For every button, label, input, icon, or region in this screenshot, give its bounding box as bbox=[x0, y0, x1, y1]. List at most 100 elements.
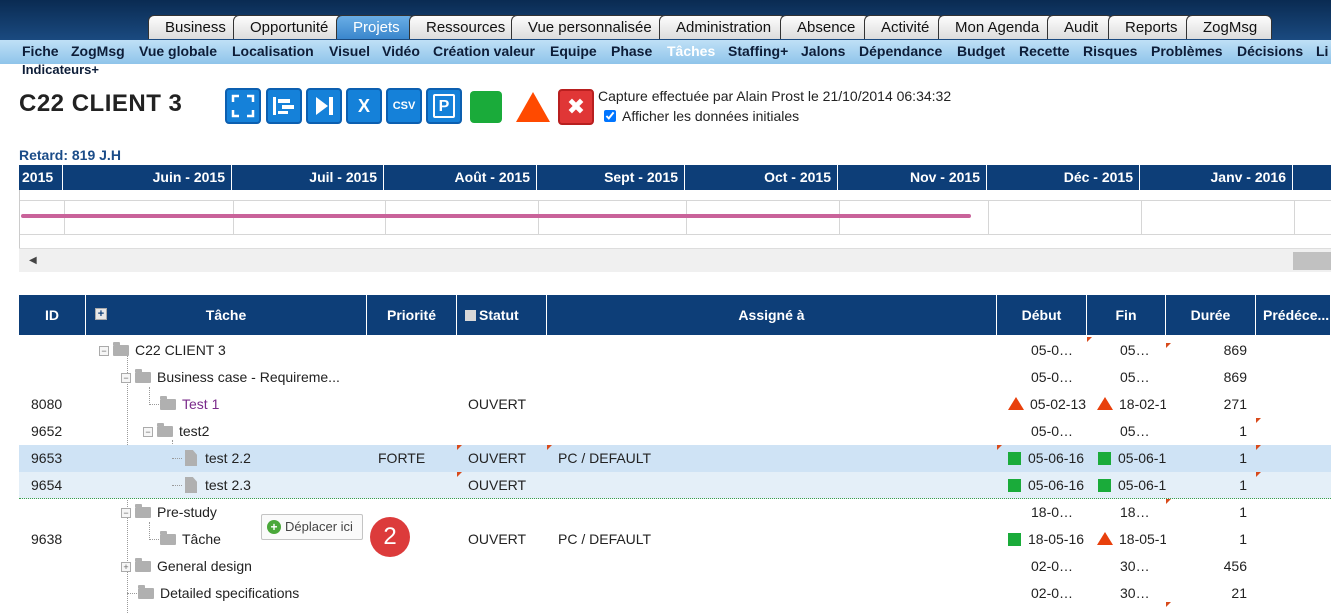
excel-export-button[interactable]: X bbox=[346, 88, 382, 124]
row-task[interactable]: − Pre-study bbox=[121, 499, 217, 526]
status-green-icon bbox=[1008, 533, 1021, 546]
expand-all-icon[interactable]: + bbox=[95, 308, 107, 320]
show-initial-data-toggle[interactable]: Afficher les données initiales bbox=[604, 108, 799, 124]
subnav-vue-globale[interactable]: Vue globale bbox=[139, 43, 217, 59]
row-task[interactable]: − C22 CLIENT 3 bbox=[99, 337, 226, 364]
col-end[interactable]: Fin bbox=[1087, 295, 1166, 335]
subnav-video[interactable]: Vidéo bbox=[382, 43, 420, 59]
gantt-header: 2015 Juin - 2015 Juil - 2015 Août - 2015… bbox=[19, 165, 1331, 190]
tab-mon-agenda[interactable]: Mon Agenda bbox=[938, 15, 1055, 39]
col-assigned[interactable]: Assigné à bbox=[547, 295, 997, 335]
col-task[interactable]: + Tâche bbox=[86, 295, 367, 335]
edit-marker bbox=[1166, 602, 1171, 607]
subnav-visuel[interactable]: Visuel bbox=[329, 43, 370, 59]
subnav-decisions[interactable]: Décisions bbox=[1237, 43, 1303, 59]
gantt-body bbox=[19, 190, 1331, 248]
pdf-export-button[interactable]: P bbox=[426, 88, 462, 124]
row-status: OUVERT bbox=[468, 450, 527, 466]
scroll-thumb[interactable] bbox=[1293, 252, 1331, 270]
table-row[interactable]: − Business case - Requireme... 05-0… 05… … bbox=[19, 364, 1331, 391]
subnav-problemes[interactable]: Problèmes bbox=[1151, 43, 1223, 59]
filter-icon[interactable] bbox=[465, 310, 476, 321]
gantt-month: Déc - 2015 bbox=[987, 165, 1140, 190]
row-task[interactable]: + General design bbox=[121, 553, 252, 580]
subnav-dependance[interactable]: Dépendance bbox=[859, 43, 942, 59]
subnav-indicateurs[interactable]: Indicateurs+ bbox=[22, 62, 99, 77]
table-row[interactable]: 9653 test 2.2 FORTE OUVERT PC / DEFAULT … bbox=[19, 445, 1331, 472]
subnav-phase[interactable]: Phase bbox=[611, 43, 652, 59]
subnav-equipe[interactable]: Equipe bbox=[550, 43, 597, 59]
row-task[interactable]: Tâche bbox=[160, 526, 221, 553]
collapse-icon[interactable]: − bbox=[143, 427, 153, 437]
table-row[interactable]: 9638 Tâche OUVERT PC / DEFAULT 18-05-16 … bbox=[19, 526, 1331, 553]
table-row[interactable]: − Pre-study 18-0… 18… 1 bbox=[19, 499, 1331, 526]
col-predecessor[interactable]: Prédéce... bbox=[1256, 295, 1331, 335]
row-duration: 1 bbox=[1239, 477, 1247, 493]
status-green-icon bbox=[1008, 479, 1021, 492]
col-start[interactable]: Début bbox=[997, 295, 1087, 335]
subnav-zogmsg[interactable]: ZogMsg bbox=[71, 43, 125, 59]
table-row[interactable]: Detailed specifications 02-0… 30… 21 bbox=[19, 580, 1331, 607]
tab-absence[interactable]: Absence bbox=[780, 15, 871, 39]
gantt-button[interactable] bbox=[266, 88, 302, 124]
tab-zogmsg[interactable]: ZogMsg bbox=[1186, 15, 1273, 39]
tab-vue-personnalisee[interactable]: Vue personnalisée bbox=[511, 15, 667, 39]
tab-audit[interactable]: Audit bbox=[1047, 15, 1114, 39]
col-priority[interactable]: Priorité bbox=[367, 295, 457, 335]
tab-opportunite[interactable]: Opportunité bbox=[233, 15, 344, 39]
table-row[interactable]: − C22 CLIENT 3 05-0… 05… 869 bbox=[19, 337, 1331, 364]
tab-business[interactable]: Business bbox=[148, 15, 241, 39]
table-row[interactable]: + General design 02-0… 30… 456 bbox=[19, 553, 1331, 580]
tab-activite[interactable]: Activité bbox=[864, 15, 945, 39]
collapse-icon[interactable]: − bbox=[99, 346, 109, 356]
status-red-button[interactable] bbox=[514, 90, 552, 124]
subnav-taches[interactable]: Tâches bbox=[667, 43, 715, 59]
col-duration[interactable]: Durée bbox=[1166, 295, 1256, 335]
subnav-creation-valeur[interactable]: Création valeur bbox=[433, 43, 535, 59]
subnav-jalons[interactable]: Jalons bbox=[801, 43, 845, 59]
table-row[interactable]: 9652 − test2 05-0… 05… 1 bbox=[19, 418, 1331, 445]
row-start: 18-05-16 bbox=[1008, 526, 1084, 553]
expand-icon[interactable]: + bbox=[121, 562, 131, 572]
row-task[interactable]: Test 1 bbox=[160, 391, 219, 418]
subnav-fiche[interactable]: Fiche bbox=[22, 43, 59, 59]
col-id[interactable]: ID bbox=[19, 295, 86, 335]
row-task[interactable]: − test2 bbox=[143, 418, 209, 445]
tab-projets[interactable]: Projets bbox=[336, 15, 415, 39]
row-task[interactable]: − Business case - Requireme... bbox=[121, 364, 340, 391]
collapse-icon[interactable]: − bbox=[121, 373, 131, 383]
scroll-left-icon[interactable]: ◀ bbox=[29, 255, 37, 266]
subnav-recette[interactable]: Recette bbox=[1019, 43, 1070, 59]
status-green-button[interactable] bbox=[470, 91, 502, 123]
csv-export-button[interactable]: CSV bbox=[386, 88, 422, 124]
row-end: 30… bbox=[1120, 585, 1150, 601]
folder-icon bbox=[135, 369, 151, 383]
col-status[interactable]: Statut bbox=[457, 295, 547, 335]
tab-administration[interactable]: Administration bbox=[659, 15, 787, 39]
gantt-project-bar[interactable] bbox=[21, 214, 971, 218]
subnav-staffing[interactable]: Staffing+ bbox=[728, 43, 788, 59]
tree-line bbox=[172, 485, 182, 486]
close-red-button[interactable]: ✖ bbox=[558, 89, 594, 125]
tab-ressources[interactable]: Ressources bbox=[409, 15, 521, 39]
next-end-icon bbox=[316, 97, 333, 115]
subnav-risques[interactable]: Risques bbox=[1083, 43, 1137, 59]
collapse-icon[interactable]: − bbox=[121, 508, 131, 518]
row-id: 9653 bbox=[31, 450, 63, 466]
row-task[interactable]: Detailed specifications bbox=[138, 580, 299, 607]
gantt-month: Nov - 2015 bbox=[838, 165, 987, 190]
next-end-button[interactable] bbox=[306, 88, 342, 124]
show-initial-checkbox[interactable] bbox=[604, 110, 616, 122]
subnav-budget[interactable]: Budget bbox=[957, 43, 1005, 59]
gantt-month: Juil - 2015 bbox=[232, 165, 384, 190]
row-task[interactable]: test 2.2 bbox=[185, 445, 251, 472]
subnav-localisation[interactable]: Localisation bbox=[232, 43, 314, 59]
gantt-scrollbar[interactable]: ◀ bbox=[19, 248, 1331, 272]
subnav-li[interactable]: Li bbox=[1316, 43, 1328, 59]
table-row[interactable]: 9654 test 2.3 OUVERT 05-06-16 05-06-1 1 bbox=[19, 472, 1331, 499]
fullscreen-button[interactable] bbox=[225, 88, 261, 124]
tab-reports[interactable]: Reports bbox=[1108, 15, 1193, 39]
row-task[interactable]: test 2.3 bbox=[185, 472, 251, 499]
table-row[interactable]: 8080 Test 1 OUVERT 05-02-13 18-02-1 271 bbox=[19, 391, 1331, 418]
move-here-tooltip[interactable]: + Déplacer ici bbox=[261, 514, 363, 540]
